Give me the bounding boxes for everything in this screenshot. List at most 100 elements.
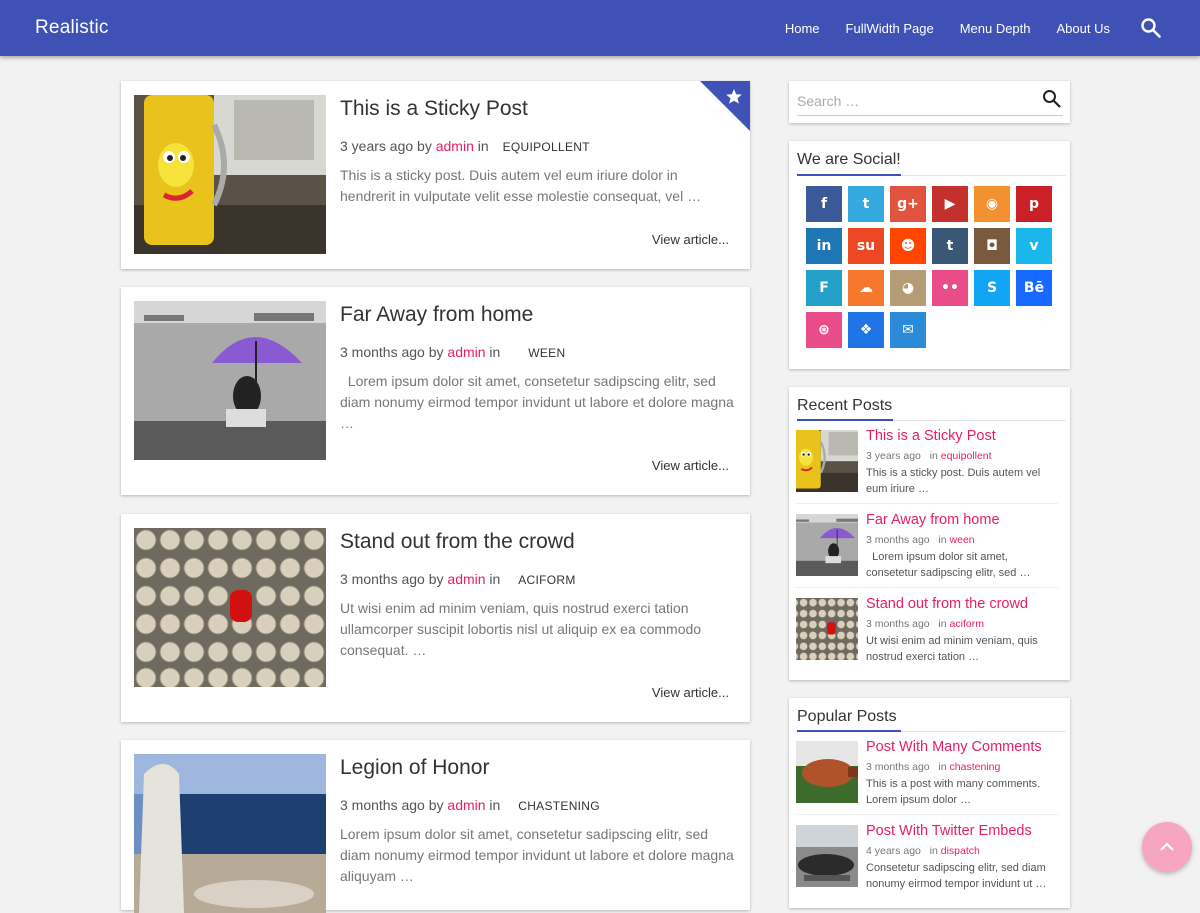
recent-post-item: Stand out from the crowd 3 months ago in… xyxy=(796,596,1058,663)
post-category-link[interactable]: ACIFORM xyxy=(518,573,575,587)
popular-post-meta: 3 months ago in chastening xyxy=(866,761,1001,773)
post-author-link[interactable]: admin xyxy=(447,797,485,813)
post-excerpt: This is a sticky post. Duis autem vel eu… xyxy=(340,167,702,204)
view-article-link[interactable]: View article... xyxy=(652,232,729,247)
google-plus-icon[interactable]: g+ xyxy=(890,186,926,222)
popular-post-item: Post With Twitter Embeds 4 years ago in … xyxy=(796,823,1058,890)
post-time: 3 months ago by xyxy=(340,797,448,813)
post-in-label: in xyxy=(485,344,501,360)
site-title[interactable]: Realistic xyxy=(35,17,109,39)
reddit-icon[interactable]: ☻ xyxy=(890,228,926,264)
widget-title: Popular Posts xyxy=(797,708,897,725)
recent-post-thumbnail[interactable] xyxy=(796,430,858,492)
recent-post-item: Far Away from home 3 months ago in ween … xyxy=(796,512,1058,579)
popular-post-meta: 4 years ago in dispatch xyxy=(866,845,980,857)
popular-post-thumbnail[interactable] xyxy=(796,741,858,803)
stumbleupon-icon[interactable]: su xyxy=(848,228,884,264)
post-author-link[interactable]: admin xyxy=(447,571,485,587)
instagram-icon[interactable]: ◘ xyxy=(974,228,1010,264)
post-card: Stand out from the crowd 3 months ago by… xyxy=(121,514,750,722)
skype-icon[interactable]: S xyxy=(974,270,1010,306)
nav-item-menu-depth[interactable]: Menu Depth xyxy=(960,21,1031,36)
search-icon[interactable] xyxy=(1042,89,1062,109)
popular-post-item: Post With Many Comments 3 months ago in … xyxy=(796,739,1058,806)
post-title[interactable]: Stand out from the crowd xyxy=(340,530,575,554)
post-thumbnail[interactable] xyxy=(134,301,326,460)
popular-posts-widget: Popular Posts Post With Many Comments 3 … xyxy=(789,698,1070,908)
email-icon[interactable]: ✉ xyxy=(890,312,926,348)
search-icon[interactable] xyxy=(1140,17,1162,39)
github-icon[interactable]: ◕ xyxy=(890,270,926,306)
nav-item-about-us[interactable]: About Us xyxy=(1057,21,1110,36)
recent-posts-widget: Recent Posts This is a Sticky Post 3 yea… xyxy=(789,387,1070,680)
post-author-link[interactable]: admin xyxy=(447,344,485,360)
post-category-link[interactable]: EQUIPOLLENT xyxy=(503,140,590,154)
social-widget: We are Social! f t g+ ▶ ◉ p in su ☻ t ◘ v F ☁ ◕ •• S Bē ⊛ ❖… xyxy=(789,141,1070,369)
post-meta: 3 months ago by admin in CHASTENING xyxy=(340,797,600,813)
soundcloud-icon[interactable]: ☁ xyxy=(848,270,884,306)
foursquare-icon[interactable]: F xyxy=(806,270,842,306)
dribbble-icon[interactable]: ⊛ xyxy=(806,312,842,348)
post-title[interactable]: This is a Sticky Post xyxy=(340,97,528,121)
post-thumbnail[interactable] xyxy=(134,754,326,913)
nav-item-home[interactable]: Home xyxy=(785,21,820,36)
behance-icon[interactable]: Bē xyxy=(1016,270,1052,306)
view-article-link[interactable]: View article... xyxy=(652,685,729,700)
post-thumbnail[interactable] xyxy=(134,528,326,687)
post-time: 3 months ago by xyxy=(340,344,448,360)
flickr-icon[interactable]: •• xyxy=(932,270,968,306)
search-input[interactable] xyxy=(797,87,1063,116)
post-meta: 3 months ago by admin in WEEN xyxy=(340,344,565,360)
post-category-link[interactable]: WEEN xyxy=(528,346,565,360)
popular-post-title[interactable]: Post With Many Comments xyxy=(866,739,1042,755)
popular-post-excerpt: Consetetur sadipscing elitr, sed diam no… xyxy=(866,862,1047,890)
post-card: Legion of Honor 3 months ago by admin in… xyxy=(121,740,750,913)
recent-post-thumbnail[interactable] xyxy=(796,514,858,576)
post-excerpt: Lorem ipsum dolor sit amet, consetetur s… xyxy=(340,826,734,884)
view-article-link[interactable]: View article... xyxy=(652,458,729,473)
social-icons: f t g+ ▶ ◉ p in su ☻ t ◘ v F ☁ ◕ •• S Bē ⊛ ❖ ✉ xyxy=(806,186,1066,354)
twitter-icon[interactable]: t xyxy=(848,186,884,222)
nav-item-fullwidth-page[interactable]: FullWidth Page xyxy=(846,21,934,36)
popular-post-thumbnail[interactable] xyxy=(796,825,858,887)
recent-post-meta: 3 months ago in aciform xyxy=(866,618,984,630)
sticky-star-icon xyxy=(700,81,750,131)
post-card: Far Away from home 3 months ago by admin… xyxy=(121,287,750,495)
popular-post-excerpt: This is a post with many comments. Lorem… xyxy=(866,778,1041,806)
post-title[interactable]: Legion of Honor xyxy=(340,756,489,780)
recent-post-excerpt: This is a sticky post. Duis autem vel eu… xyxy=(866,467,1041,495)
facebook-icon[interactable]: f xyxy=(806,186,842,222)
widget-title: We are Social! xyxy=(797,151,901,168)
post-excerpt: Lorem ipsum dolor sit amet, consetetur s… xyxy=(340,373,738,431)
popular-post-category-link[interactable]: chastening xyxy=(950,761,1001,773)
recent-post-category-link[interactable]: equipollent xyxy=(941,450,992,462)
recent-post-category-link[interactable]: ween xyxy=(950,534,975,546)
popular-post-title[interactable]: Post With Twitter Embeds xyxy=(866,823,1032,839)
recent-post-category-link[interactable]: aciform xyxy=(950,618,984,630)
rss-icon[interactable]: ◉ xyxy=(974,186,1010,222)
tumblr-icon[interactable]: t xyxy=(932,228,968,264)
main-nav: Home FullWidth Page Menu Depth About Us xyxy=(759,0,1110,56)
post-in-label: in xyxy=(473,138,489,154)
scroll-to-top-button[interactable] xyxy=(1142,822,1192,872)
vimeo-icon[interactable]: v xyxy=(1016,228,1052,264)
post-title[interactable]: Far Away from home xyxy=(340,303,533,327)
recent-post-title[interactable]: Far Away from home xyxy=(866,512,1000,528)
post-category-link[interactable]: CHASTENING xyxy=(518,799,600,813)
widget-title: Recent Posts xyxy=(797,397,893,414)
recent-post-title[interactable]: Stand out from the crowd xyxy=(866,596,1028,612)
youtube-icon[interactable]: ▶ xyxy=(932,186,968,222)
post-author-link[interactable]: admin xyxy=(436,138,474,154)
recent-post-excerpt: Ut wisi enim ad minim veniam, quis nostr… xyxy=(866,635,1038,663)
post-time: 3 years ago by xyxy=(340,138,436,154)
linkedin-icon[interactable]: in xyxy=(806,228,842,264)
site-header: Realistic Home FullWidth Page Menu Depth… xyxy=(0,0,1200,56)
post-meta: 3 years ago by admin in EQUIPOLLENT xyxy=(340,138,590,154)
recent-post-title[interactable]: This is a Sticky Post xyxy=(866,428,996,444)
dropbox-icon[interactable]: ❖ xyxy=(848,312,884,348)
post-thumbnail[interactable] xyxy=(134,95,326,254)
pinterest-icon[interactable]: p xyxy=(1016,186,1052,222)
popular-post-category-link[interactable]: dispatch xyxy=(941,845,980,857)
recent-post-meta: 3 years ago in equipollent xyxy=(866,450,992,462)
recent-post-thumbnail[interactable] xyxy=(796,598,858,660)
